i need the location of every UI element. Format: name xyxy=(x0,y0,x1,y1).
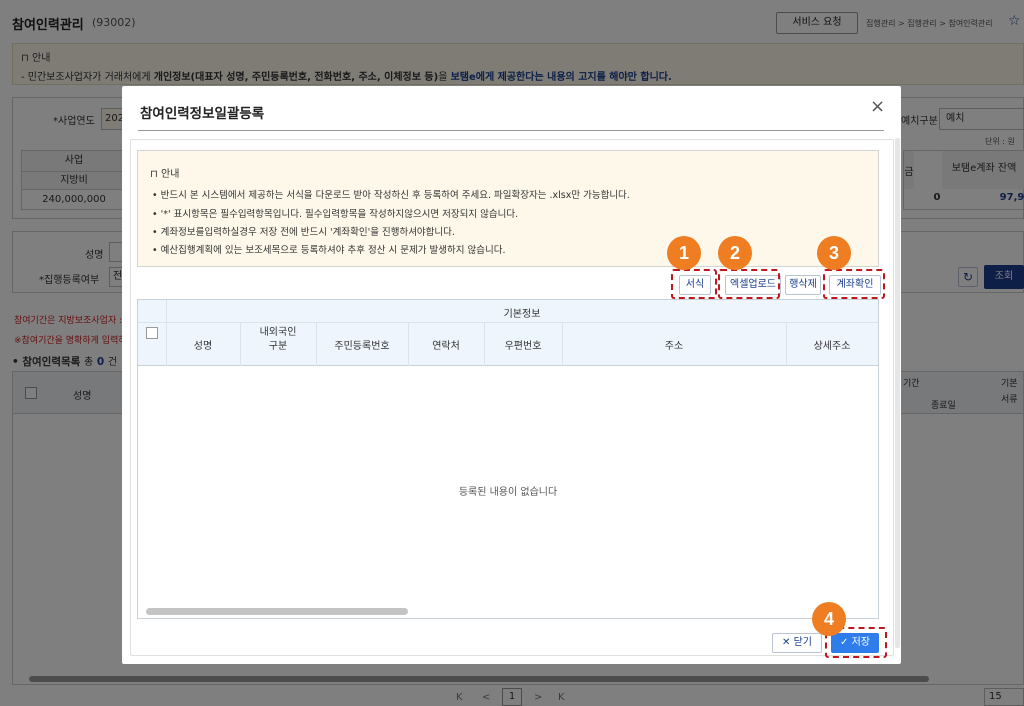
column-header-postal-code: 우편번호 xyxy=(504,341,542,352)
column-header-name: 성명 xyxy=(193,341,213,352)
highlight-account-check-button xyxy=(823,269,885,299)
callout-badge-1: 1 xyxy=(667,236,701,270)
notice-line: • 예산집행계획에 있는 보조세목으로 등록하셔야 추후 정산 시 문제가 발생… xyxy=(152,245,506,256)
grid-select-all-checkbox[interactable] xyxy=(146,327,158,339)
callout-badge-3: 3 xyxy=(817,236,851,270)
grid-horizontal-scrollbar[interactable] xyxy=(146,608,408,615)
column-header-resident-number: 주민등록번호 xyxy=(334,341,390,352)
notice-line: • '*' 표시항목은 필수입력항목입니다. 필수입력항목을 작성하지않으시면 … xyxy=(152,209,519,220)
modal-title-divider xyxy=(138,130,884,131)
notice-line: • 반드시 본 시스템에서 제공하는 서식을 다운로드 받아 작성하신 후 등록… xyxy=(152,190,630,201)
column-header-address: 주소 xyxy=(664,341,684,352)
modal-close-icon[interactable]: × xyxy=(870,96,885,117)
column-header-detail-address: 상세주소 xyxy=(813,341,851,352)
bookmark-icon: ⊓ xyxy=(150,169,158,180)
highlight-excel-upload-button xyxy=(718,269,780,299)
column-header-contact: 연락처 xyxy=(432,341,460,352)
upload-grid: 기본정보 성명 내외국인 구분 주민등록번호 연락처 우편번호 주소 상세주소 … xyxy=(137,299,879,619)
modal-body: ⊓ 안내 • 반드시 본 시스템에서 제공하는 서식을 다운로드 받아 작성하신… xyxy=(130,139,894,656)
close-icon: ✕ xyxy=(782,637,791,648)
notice-line: • 계좌정보를입력하실경우 저장 전에 반드시 '계좌확인'을 진행하셔야합니다… xyxy=(152,227,455,238)
empty-message: 등록된 내용이 없습니다 xyxy=(458,487,558,498)
modal-close-button[interactable]: ✕ 닫기 xyxy=(772,633,822,653)
highlight-template-button xyxy=(671,269,717,299)
modal-notice-box: ⊓ 안내 • 반드시 본 시스템에서 제공하는 서식을 다운로드 받아 작성하신… xyxy=(137,150,879,267)
column-header-nationality: 내외국인 구분 xyxy=(259,327,297,352)
bulk-register-modal: 참여인력정보일괄등록 × ⊓ 안내 • 반드시 본 시스템에서 제공하는 서식을… xyxy=(122,86,901,664)
modal-notice-title: 안내 xyxy=(161,169,180,180)
callout-badge-4: 4 xyxy=(812,602,846,636)
modal-title: 참여인력정보일괄등록 xyxy=(140,106,265,122)
group-header-basic-info: 기본정보 xyxy=(503,309,541,320)
callout-badge-2: 2 xyxy=(718,236,752,270)
delete-row-button[interactable]: 행삭제 xyxy=(785,275,821,295)
modal-vertical-scrollbar[interactable] xyxy=(895,138,900,648)
